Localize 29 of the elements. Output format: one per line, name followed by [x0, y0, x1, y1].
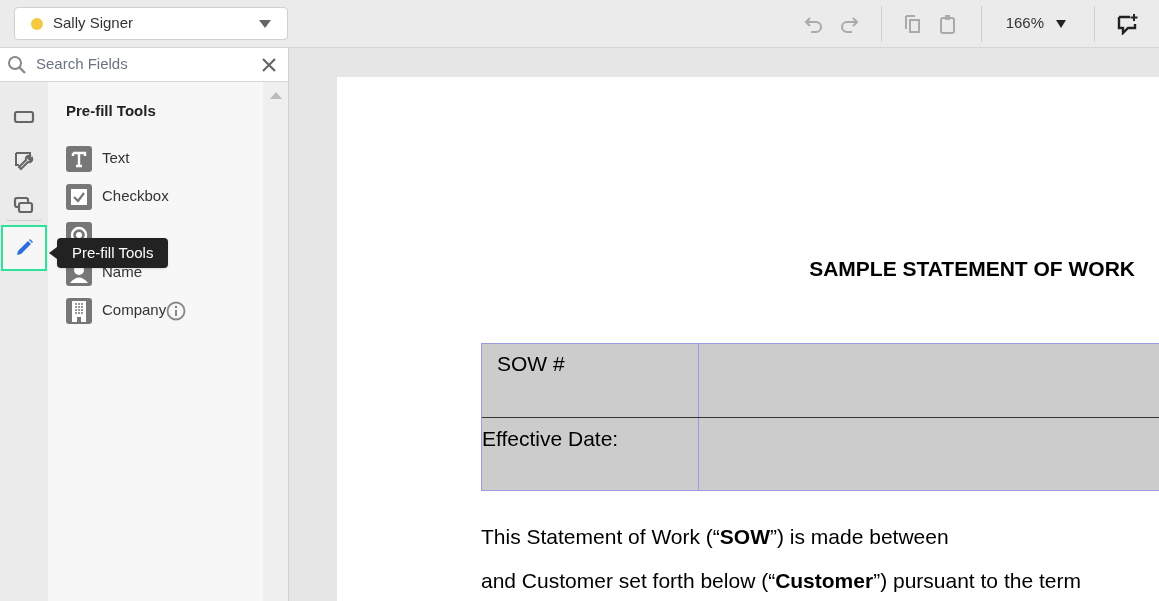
table-cell: SOW #: [497, 351, 565, 375]
zoom-dropdown[interactable]: 166%: [1005, 12, 1066, 35]
paragraph: and Customer set forth below (“Customer”) pursuant to the term: [481, 568, 1082, 594]
rail-tab[interactable]: [1, 225, 47, 271]
signer-name: Sally Signer: [53, 13, 134, 34]
wrench-icon: [13, 150, 35, 172]
checkbox-icon: [66, 183, 92, 210]
caret-icon: [259, 19, 271, 28]
signer-dropdown[interactable]: Sally Signer: [14, 7, 288, 40]
panel-title: Pre-fill Tools: [66, 101, 157, 121]
caret-icon: [1056, 19, 1066, 28]
radio-icon[interactable]: [66, 221, 92, 239]
tool-item[interactable]: Checkbox: [102, 185, 169, 208]
tool-item[interactable]: Company: [102, 299, 167, 322]
info-icon[interactable]: [166, 300, 187, 321]
search-box[interactable]: Search Fields: [0, 48, 288, 82]
paragraph: This Statement of Work (“SOW”) is made between: [481, 523, 950, 550]
close-icon[interactable]: [262, 57, 276, 72]
document-title: SAMPLE STATEMENT OF WORK: [809, 256, 1135, 282]
text-icon: [66, 145, 92, 172]
search-icon: [7, 54, 27, 75]
building-icon: [66, 297, 92, 324]
search-field[interactable]: Search Fields: [36, 53, 262, 76]
add-comment-icon[interactable]: [1117, 12, 1139, 35]
layers-icon: [13, 194, 35, 216]
table-cell: Effective Date:: [482, 426, 619, 450]
tool-item[interactable]: Text: [102, 147, 130, 170]
tooltip: Pre-fill Tools: [57, 238, 169, 268]
tooltip-pointer-icon: [49, 247, 57, 259]
